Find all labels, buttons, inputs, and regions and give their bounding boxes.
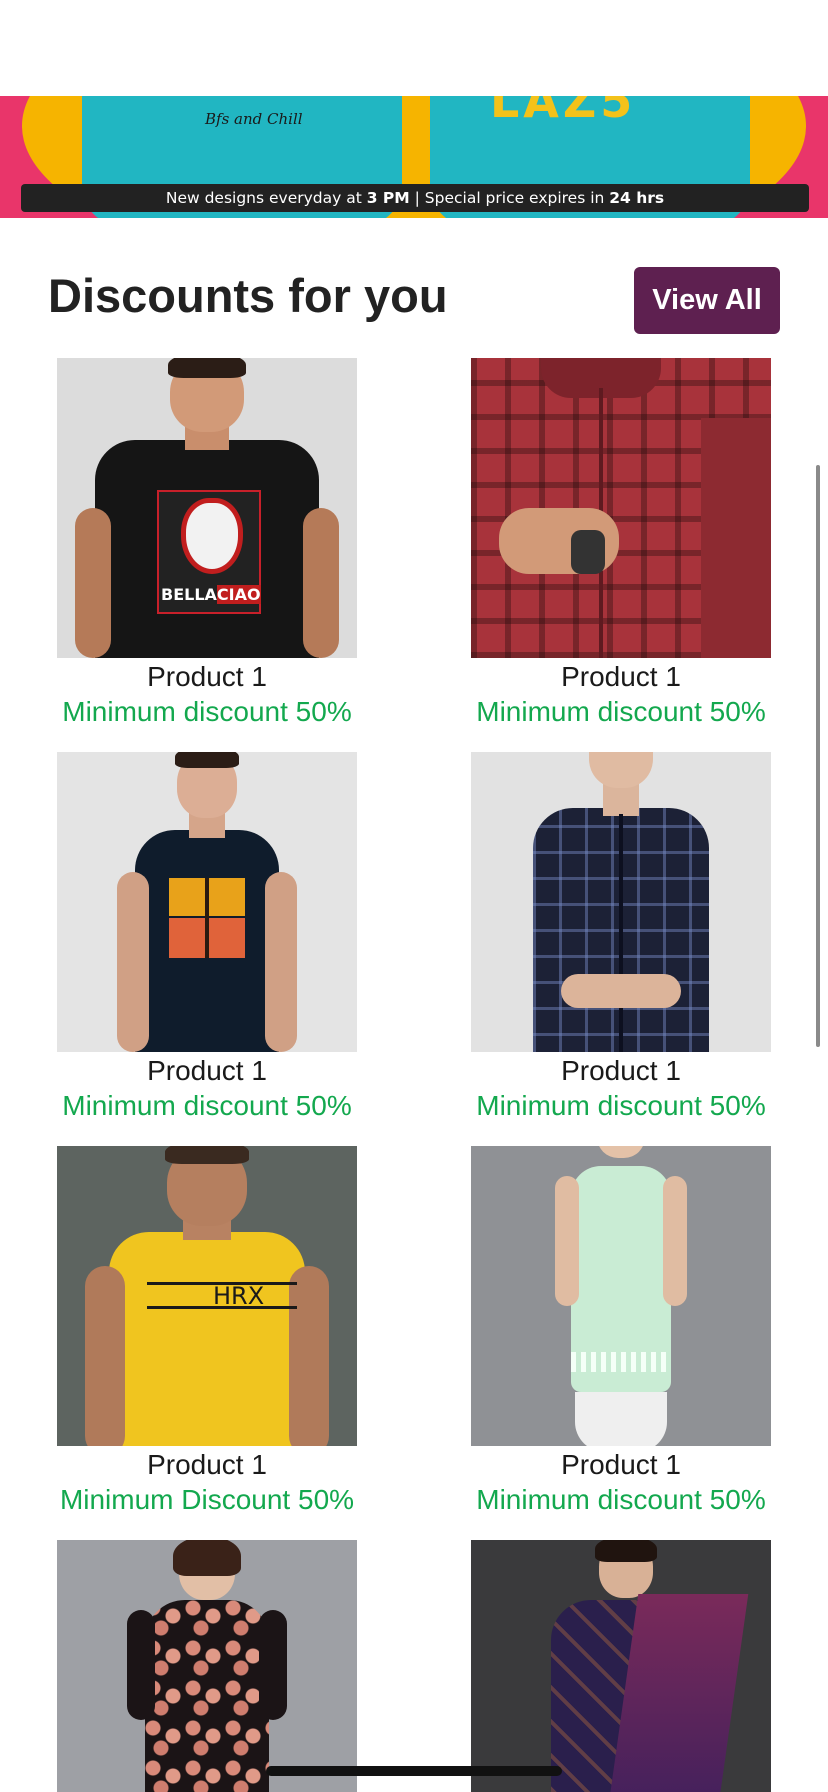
product-image[interactable] [471,358,771,658]
product-name: Product 1 [561,661,681,692]
product-image[interactable] [57,752,357,1052]
view-all-button[interactable]: View All [634,267,780,334]
product-name: Product 1 [147,661,267,692]
print-hrx: HRX [213,1282,265,1310]
section-title: Discounts for you [48,269,448,322]
scrollbar[interactable] [816,465,820,1047]
print-bella: BELLA [161,585,217,604]
product-card[interactable]: Product 1 Minimum discount 50% [27,752,387,1124]
product-discount: Minimum discount 50% [476,696,766,727]
product-image[interactable] [471,1146,771,1446]
banner-strip-mid: | Special price expires in [409,189,610,207]
product-card[interactable] [441,1540,801,1792]
banner-strip-time: 3 PM [366,189,410,207]
product-image[interactable] [471,1540,771,1792]
home-indicator[interactable] [266,1766,562,1776]
banner-script-text: Bfs and Chill [205,110,303,128]
product-card[interactable] [27,1540,387,1792]
banner-strip-hours: 24 hrs [609,189,665,207]
product-image[interactable] [471,752,771,1052]
product-card[interactable]: Product 1 Minimum discount 50% [441,1146,801,1518]
product-discount: Minimum discount 50% [476,1484,766,1515]
product-discount: Minimum Discount 50% [59,1484,355,1515]
product-card[interactable]: BELLACIAO Product 1 Minimum discount 50% [27,358,387,730]
product-card[interactable]: Product 1 Minimum discount 50% [441,752,801,1124]
promo-banner[interactable]: Bfs and Chill LAZ5 New designs everyday … [0,96,828,218]
banner-print-text: LAZ5 [490,96,637,128]
product-name: Product 1 [147,1055,267,1086]
product-card[interactable]: HRX Product 1 Minimum Discount 50% [27,1146,387,1518]
product-discount: Minimum discount 50% [62,1090,352,1121]
product-card[interactable]: Product 1 Minimum discount 50% [441,358,801,730]
product-discount: Minimum discount 50% [476,1090,766,1121]
product-name: Product 1 [561,1449,681,1480]
print-ciao: CIAO [216,585,261,604]
product-discount: Minimum discount 50% [62,696,352,727]
app-screen: Bfs and Chill LAZ5 New designs everyday … [0,0,828,1792]
product-name: Product 1 [561,1055,681,1086]
product-name: Product 1 [147,1449,267,1480]
product-image[interactable] [57,1540,357,1792]
product-image[interactable]: BELLACIAO [57,358,357,658]
product-image[interactable]: HRX [57,1146,357,1446]
banner-strip-pre: New designs everyday at [165,189,367,207]
status-bar-area [0,0,828,96]
banner-info-strip: New designs everyday at 3 PM | Special p… [21,184,809,212]
